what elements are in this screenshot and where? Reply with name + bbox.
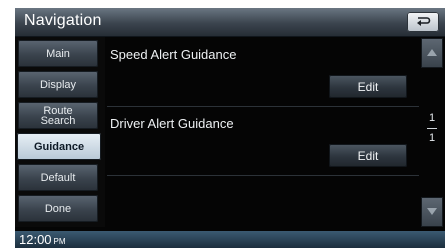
menu-item-guidance[interactable]: Guidance <box>17 133 101 160</box>
setting-row-driver-alert: Driver Alert Guidance Edit <box>107 107 419 176</box>
clock-time: 12:00 <box>19 232 52 247</box>
scroll-up-button[interactable] <box>421 38 443 68</box>
edit-button[interactable]: Edit <box>329 75 407 98</box>
side-menu: Main Display Route Search Guidance Defau… <box>15 37 105 227</box>
menu-item-route-search[interactable]: Route Search <box>18 102 98 129</box>
setting-label: Speed Alert Guidance <box>110 47 237 62</box>
back-button[interactable] <box>407 12 439 32</box>
page-separator <box>427 128 437 129</box>
scroll-down-button[interactable] <box>421 197 443 227</box>
total-pages: 1 <box>428 132 436 144</box>
page-title: Navigation <box>24 12 102 29</box>
return-arrow-icon <box>417 17 431 26</box>
clock-ampm: PM <box>53 237 66 246</box>
row-divider <box>107 175 419 176</box>
title-bar: Navigation <box>15 8 445 37</box>
menu-item-display[interactable]: Display <box>18 71 98 98</box>
menu-item-label: Done <box>44 202 72 215</box>
navigation-screen: Navigation Main Display Route Search Gui… <box>15 8 445 248</box>
menu-item-label-line1: Route <box>43 104 73 117</box>
menu-item-label-line2: Search <box>40 114 76 127</box>
menu-item-main[interactable]: Main <box>18 40 98 67</box>
menu-item-label: Display <box>39 78 77 91</box>
menu-item-default[interactable]: Default <box>18 164 98 191</box>
menu-item-label: Default <box>40 171 76 184</box>
arrow-down-icon <box>427 208 437 215</box>
menu-item-label: Guidance <box>33 140 85 153</box>
setting-label: Driver Alert Guidance <box>110 116 234 131</box>
status-bar: 12:00 PM <box>15 231 445 248</box>
menu-item-label: Main <box>46 47 70 60</box>
edit-button[interactable]: Edit <box>329 144 407 167</box>
setting-row-speed-alert: Speed Alert Guidance Edit <box>107 38 419 107</box>
clock: 12:00 PM <box>19 232 66 247</box>
menu-item-done[interactable]: Done <box>18 195 98 222</box>
current-page: 1 <box>428 112 436 124</box>
arrow-up-icon <box>427 49 437 56</box>
